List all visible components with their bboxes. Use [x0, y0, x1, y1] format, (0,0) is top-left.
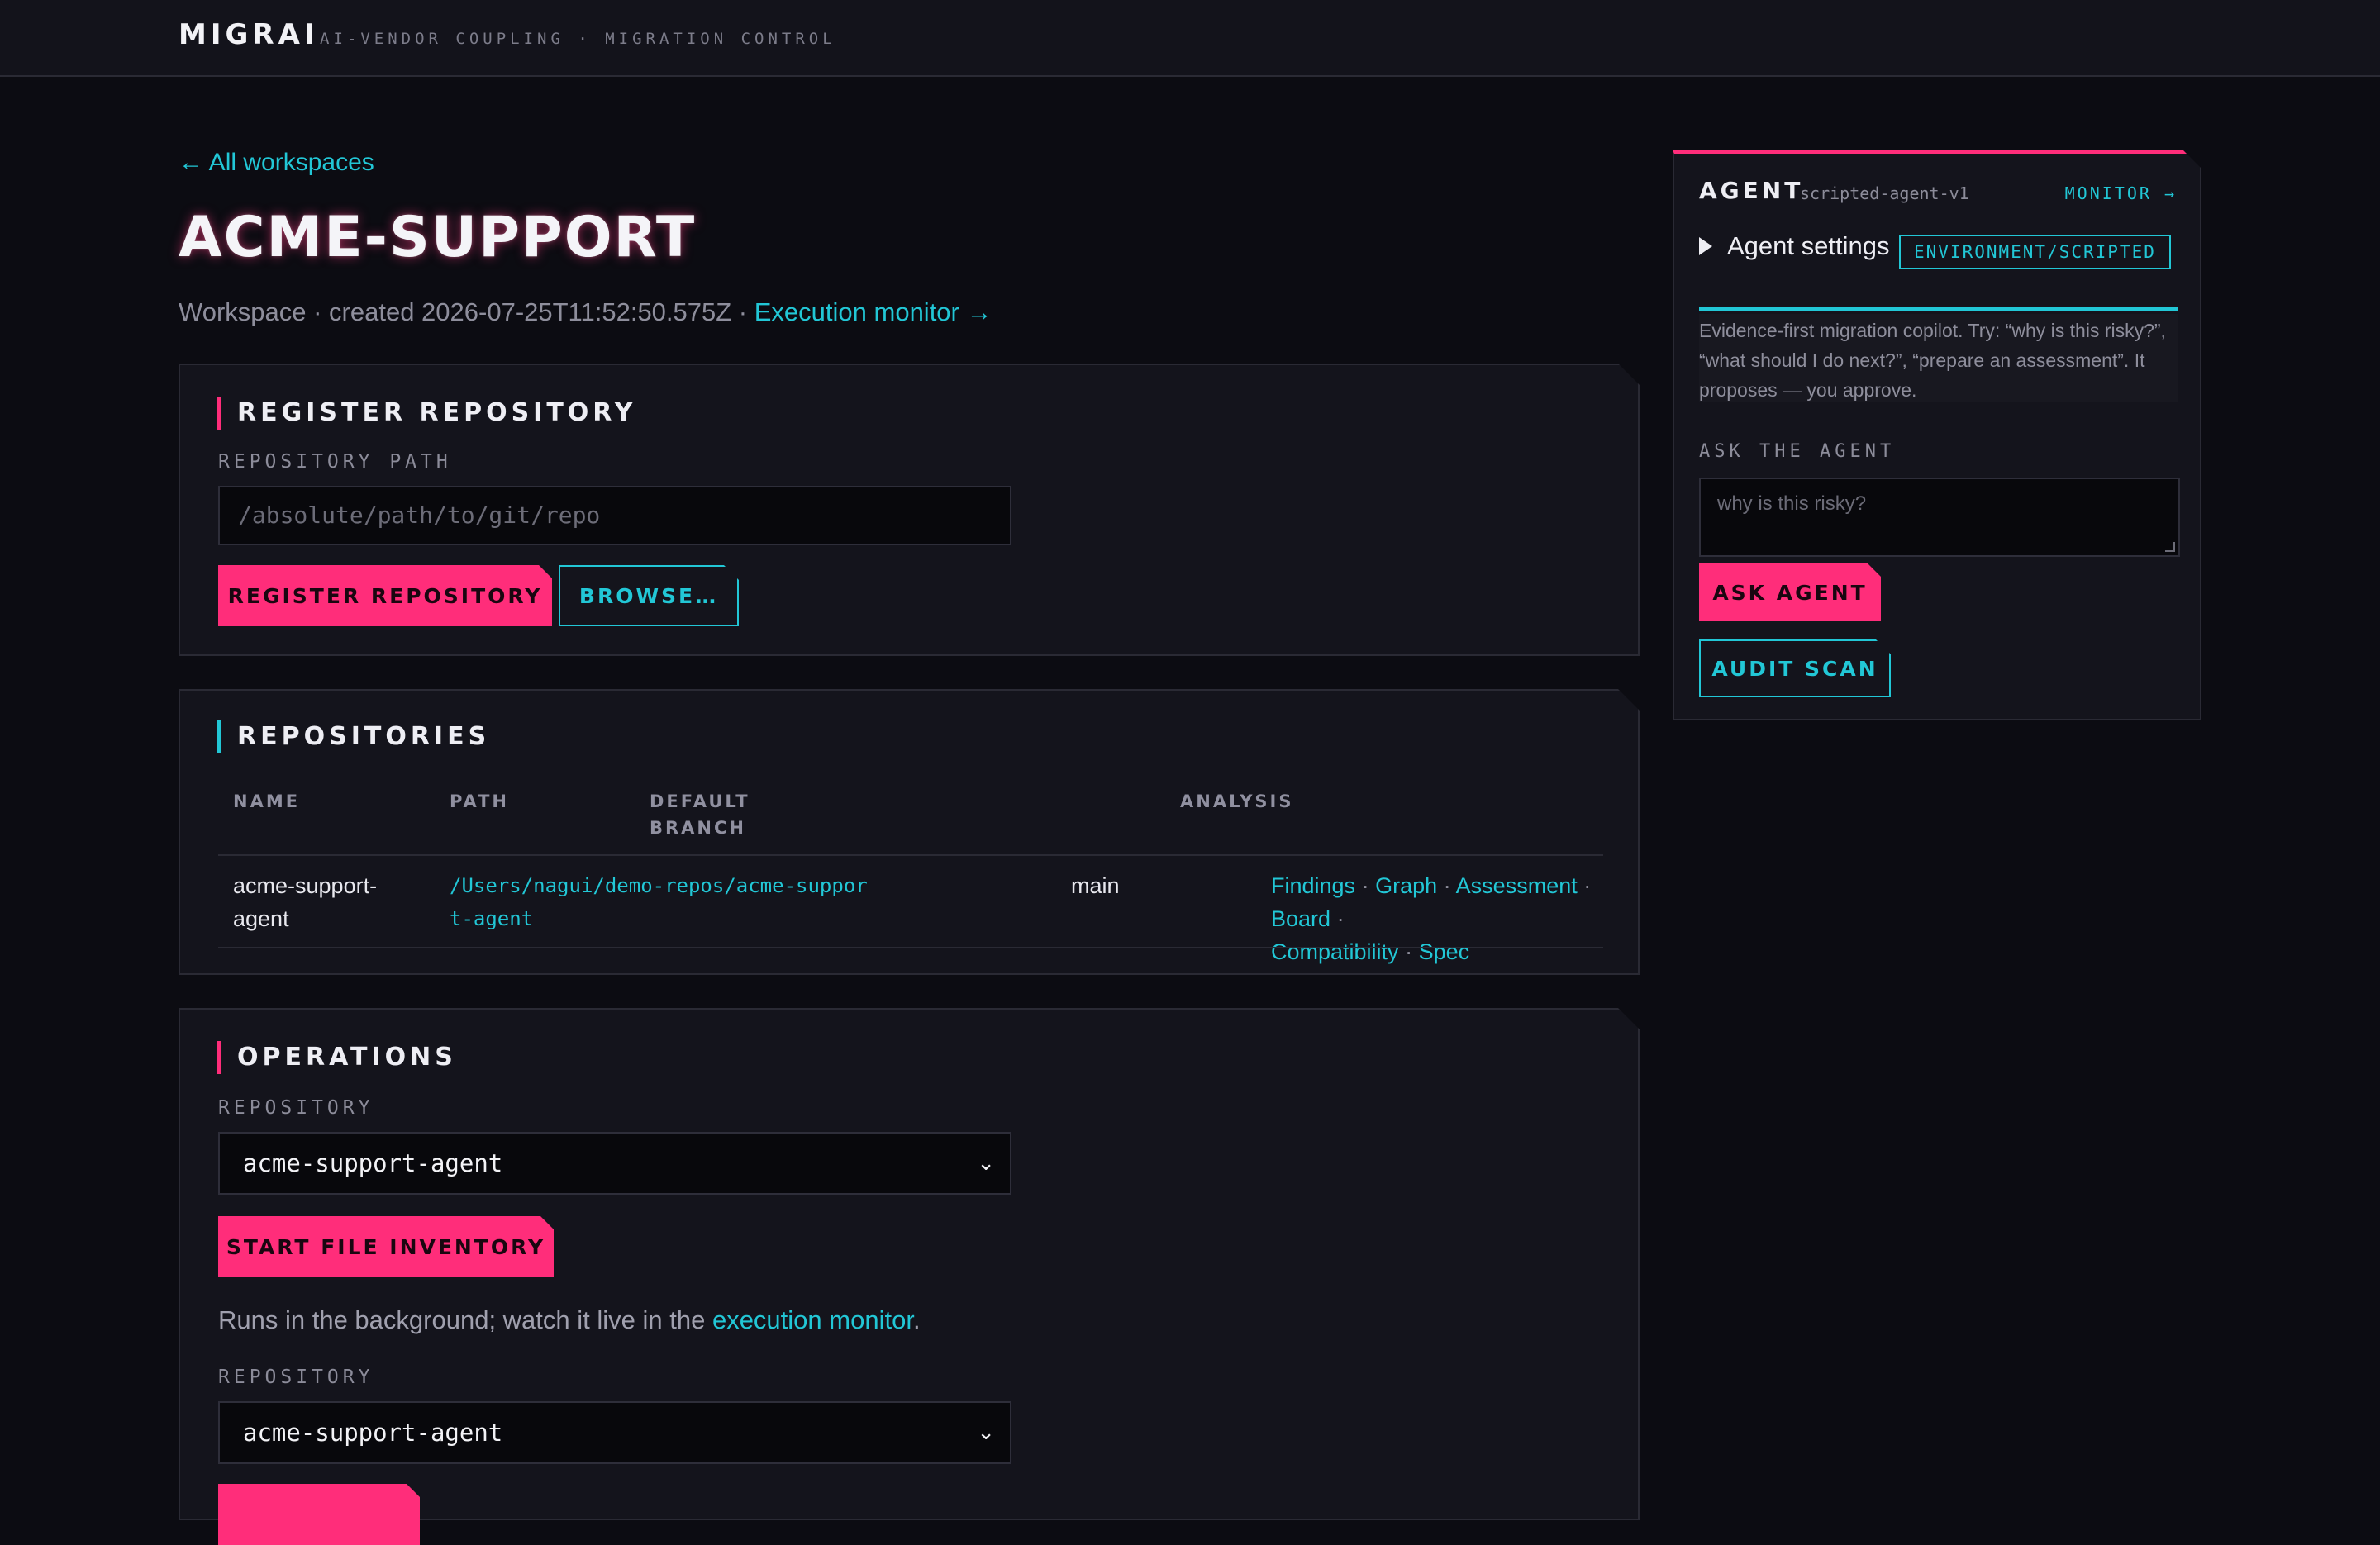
brand-tagline: AI-VENDOR COUPLING · MIGRATION CONTROL — [320, 30, 836, 48]
link-separator: · — [1405, 939, 1413, 964]
operations-note-suffix: . — [912, 1305, 921, 1334]
repo-path-line1: /Users/nagui/demo-repos/acme-suppor — [450, 874, 868, 897]
column-header-name: NAME — [233, 792, 301, 811]
audit-scan-button[interactable]: AUDIT SCAN — [1699, 639, 1891, 697]
operations-note-text: Runs in the background; watch it live in… — [218, 1305, 712, 1334]
operations-card: OPERATIONS REPOSITORY acme-support-agent… — [178, 1008, 1640, 1520]
repository-label: REPOSITORY — [218, 1097, 374, 1119]
graph-link[interactable]: Graph — [1375, 873, 1437, 898]
operations-heading: OPERATIONS — [217, 1041, 457, 1074]
browse-button[interactable]: BROWSE… — [559, 565, 739, 626]
start-file-inventory-button[interactable]: START FILE INVENTORY — [218, 1216, 554, 1277]
agent-id: scripted-agent-v1 — [1800, 183, 1969, 203]
ask-agent-textarea[interactable]: why is this risky? — [1699, 478, 2180, 557]
repositories-card: REPOSITORIES NAME PATH DEFAULT BRANCH AN… — [178, 689, 1640, 975]
ask-agent-placeholder: why is this risky? — [1717, 492, 1867, 515]
link-separator: · — [1443, 873, 1451, 898]
disclosure-triangle-icon — [1699, 237, 1712, 255]
column-header-path: PATH — [450, 792, 509, 811]
link-separator: · — [1361, 873, 1369, 898]
column-header-analysis: ANALYSIS — [1180, 792, 1294, 811]
chevron-down-icon: ⌄ — [977, 1420, 995, 1445]
operations-note: Runs in the background; watch it live in… — [218, 1305, 921, 1335]
agent-settings-toggle[interactable]: Agent settings — [1699, 231, 1889, 261]
link-separator: · — [1336, 906, 1345, 931]
second-repository-value: acme-support-agent — [243, 1419, 503, 1447]
ask-agent-button[interactable]: ASK AGENT — [1699, 563, 1881, 621]
assessment-link[interactable]: Assessment — [1456, 873, 1578, 898]
agent-description: Evidence-first migration copilot. Try: “… — [1699, 314, 2178, 402]
table-row: acme-support- agent /Users/nagui/demo-re… — [218, 869, 1603, 964]
findings-link[interactable]: Findings — [1271, 873, 1355, 898]
spec-link[interactable]: Spec — [1419, 939, 1470, 964]
column-header-default-branch: DEFAULT BRANCH — [650, 788, 750, 841]
second-repository-select[interactable]: acme-support-agent ⌄ — [218, 1401, 1011, 1464]
repo-path-line2: t-agent — [450, 907, 534, 930]
register-repository-button[interactable]: REGISTER REPOSITORY — [218, 565, 552, 626]
repo-default-branch: main — [1071, 873, 1120, 898]
resize-grip-icon[interactable] — [2165, 542, 2175, 552]
repo-path-link[interactable]: /Users/nagui/demo-repos/acme-suppor t-ag… — [450, 869, 868, 935]
partial-operation-button[interactable] — [218, 1484, 420, 1545]
agent-monitor-link[interactable]: MONITOR → — [2065, 183, 2177, 203]
repositories-heading: REPOSITORIES — [217, 720, 490, 753]
workspace-meta-text: Workspace · created 2026-07-25T11:52:50.… — [178, 297, 754, 326]
compatibility-link[interactable]: Compatibility — [1271, 939, 1399, 964]
agent-heading: AGENT — [1699, 177, 1804, 204]
column-header-default-branch-line2: BRANCH — [650, 818, 746, 838]
all-workspaces-link[interactable]: ← All workspaces — [178, 149, 374, 177]
chevron-down-icon: ⌄ — [977, 1151, 995, 1176]
register-repository-card: REGISTER REPOSITORY REPOSITORY PATH /abs… — [178, 364, 1640, 656]
environment-badge: ENVIRONMENT/SCRIPTED — [1899, 235, 2171, 269]
execution-monitor-link[interactable]: Execution monitor → — [754, 297, 992, 326]
workspace-meta: Workspace · created 2026-07-25T11:52:50.… — [178, 297, 992, 327]
inventory-repository-value: acme-support-agent — [243, 1149, 503, 1177]
ask-the-agent-label: ASK THE AGENT — [1699, 441, 1896, 462]
agent-panel: AGENT scripted-agent-v1 MONITOR → Agent … — [1673, 150, 2202, 720]
link-separator: · — [1583, 873, 1592, 898]
repository-path-label: REPOSITORY PATH — [218, 451, 452, 473]
table-header-divider — [218, 854, 1603, 856]
board-link[interactable]: Board — [1271, 906, 1330, 931]
register-repository-heading: REGISTER REPOSITORY — [217, 397, 637, 430]
brand-logo[interactable]: MIGRAI — [178, 18, 319, 51]
repo-analysis-links: Findings · Graph · Assessment · Board · … — [1271, 869, 1618, 968]
top-bar: MIGRAI AI-VENDOR COUPLING · MIGRATION CO… — [0, 0, 2380, 77]
inventory-repository-select[interactable]: acme-support-agent ⌄ — [218, 1132, 1011, 1195]
column-header-default-branch-line1: DEFAULT — [650, 792, 750, 811]
repository-path-input[interactable]: /absolute/path/to/git/repo — [218, 486, 1011, 545]
table-row-divider — [218, 947, 1603, 948]
execution-monitor-inline-link[interactable]: execution monitor — [712, 1305, 913, 1334]
repo-name-line2: agent — [233, 906, 289, 931]
agent-divider — [1699, 307, 2178, 311]
repository-label-2: REPOSITORY — [218, 1367, 374, 1388]
repo-name-cell[interactable]: acme-support- agent — [233, 869, 377, 935]
agent-settings-label: Agent settings — [1727, 231, 1890, 260]
repo-name-line1: acme-support- — [233, 873, 378, 898]
page-title: ACME-SUPPORT — [178, 205, 697, 270]
